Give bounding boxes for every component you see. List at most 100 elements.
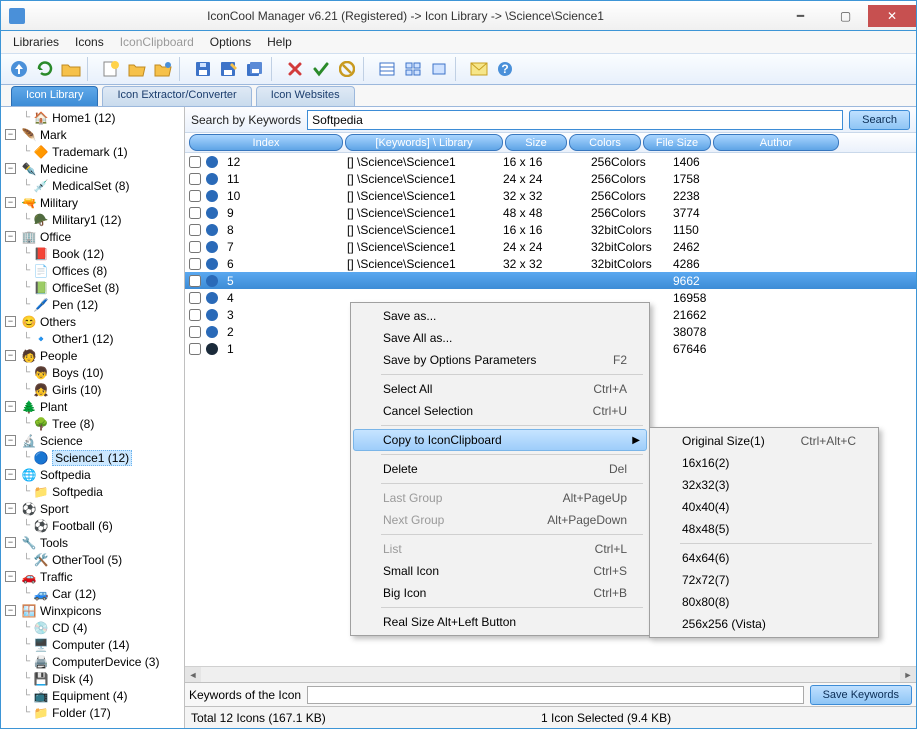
tree-twisty-icon[interactable]: − bbox=[5, 350, 16, 361]
row-checkbox[interactable] bbox=[185, 156, 205, 168]
toolbar-view-large-icon[interactable] bbox=[427, 57, 451, 81]
tree-node[interactable]: └🔶Trademark (1) bbox=[3, 143, 184, 160]
tree-node[interactable]: └🛠️OtherTool (5) bbox=[3, 551, 184, 568]
table-row[interactable]: 8[] \Science\Science116 x 1632bitColors1… bbox=[185, 221, 916, 238]
toolbar-help-icon[interactable]: ? bbox=[493, 57, 517, 81]
toolbar-folder-open-icon[interactable] bbox=[59, 57, 83, 81]
toolbar-mail-icon[interactable] bbox=[467, 57, 491, 81]
tree-twisty-icon[interactable]: − bbox=[5, 435, 16, 446]
tree-node[interactable]: −🔬Science bbox=[3, 432, 184, 449]
toolbar-check-icon[interactable] bbox=[309, 57, 333, 81]
menu-item[interactable]: Copy to IconClipboard▶ bbox=[353, 429, 647, 451]
toolbar-up-icon[interactable] bbox=[7, 57, 31, 81]
tree-twisty-icon[interactable]: − bbox=[5, 605, 16, 616]
tree-twisty-icon[interactable]: − bbox=[5, 197, 16, 208]
table-row[interactable]: 6[] \Science\Science132 x 3232bitColors4… bbox=[185, 255, 916, 272]
scroll-right-button[interactable]: ► bbox=[900, 667, 916, 682]
tree-node[interactable]: └📁Folder (17) bbox=[3, 704, 184, 721]
row-checkbox[interactable] bbox=[185, 190, 205, 202]
row-checkbox[interactable] bbox=[185, 292, 205, 304]
row-checkbox[interactable] bbox=[185, 258, 205, 270]
tree-node[interactable]: −🏢Office bbox=[3, 228, 184, 245]
tree-node[interactable]: └🖊️Pen (12) bbox=[3, 296, 184, 313]
tree-node[interactable]: −🔧Tools bbox=[3, 534, 184, 551]
menu-item[interactable]: Cancel SelectionCtrl+U bbox=[353, 400, 647, 422]
row-checkbox[interactable] bbox=[185, 173, 205, 185]
tree-node[interactable]: −😊Others bbox=[3, 313, 184, 330]
tree-twisty-icon[interactable]: − bbox=[5, 231, 16, 242]
table-row[interactable]: 7[] \Science\Science124 x 2432bitColors2… bbox=[185, 238, 916, 255]
tree-node[interactable]: −🚗Traffic bbox=[3, 568, 184, 585]
toolbar-open2-icon[interactable] bbox=[151, 57, 175, 81]
context-menu[interactable]: Save as...Save All as...Save by Options … bbox=[350, 302, 650, 636]
menu-item[interactable]: 32x32(3) bbox=[652, 474, 876, 496]
tree-node[interactable]: −🌐Softpedia bbox=[3, 466, 184, 483]
tree-node[interactable]: └⚽Football (6) bbox=[3, 517, 184, 534]
menu-icons[interactable]: Icons bbox=[67, 33, 112, 51]
tree-node[interactable]: −⚽Sport bbox=[3, 500, 184, 517]
table-row[interactable]: 9[] \Science\Science148 x 48256Colors377… bbox=[185, 204, 916, 221]
tree-node[interactable]: └💾Disk (4) bbox=[3, 670, 184, 687]
menu-item[interactable]: DeleteDel bbox=[353, 458, 647, 480]
save-keywords-button[interactable]: Save Keywords bbox=[810, 685, 912, 705]
tree-node[interactable]: └🖨️ComputerDevice (3) bbox=[3, 653, 184, 670]
table-row[interactable]: 10[] \Science\Science132 x 32256Colors22… bbox=[185, 187, 916, 204]
tree-node[interactable]: └💉MedicalSet (8) bbox=[3, 177, 184, 194]
menu-item[interactable]: 40x40(4) bbox=[652, 496, 876, 518]
h-scrollbar[interactable]: ◄ ► bbox=[185, 666, 916, 682]
column-header[interactable]: [Keywords] \ Library bbox=[345, 134, 503, 151]
toolbar-view-small-icon[interactable] bbox=[401, 57, 425, 81]
tree-twisty-icon[interactable]: − bbox=[5, 316, 16, 327]
table-row[interactable]: 12[] \Science\Science116 x 16256Colors14… bbox=[185, 153, 916, 170]
menu-libraries[interactable]: Libraries bbox=[5, 33, 67, 51]
toolbar-delete-icon[interactable] bbox=[283, 57, 307, 81]
tree-node[interactable]: └📗OfficeSet (8) bbox=[3, 279, 184, 296]
tree-node[interactable]: −🌲Plant bbox=[3, 398, 184, 415]
context-submenu[interactable]: Original Size(1)Ctrl+Alt+C16x16(2)32x32(… bbox=[649, 427, 879, 638]
toolbar-refresh-icon[interactable] bbox=[33, 57, 57, 81]
menu-item[interactable]: 64x64(6) bbox=[652, 547, 876, 569]
row-checkbox[interactable] bbox=[185, 343, 205, 355]
toolbar-cancel-icon[interactable] bbox=[335, 57, 359, 81]
keywords-input[interactable] bbox=[307, 686, 804, 704]
row-checkbox[interactable] bbox=[185, 309, 205, 321]
tree-twisty-icon[interactable]: − bbox=[5, 163, 16, 174]
menu-item[interactable]: Small IconCtrl+S bbox=[353, 560, 647, 582]
library-tree[interactable]: └🏠Home1 (12)−🪶Mark└🔶Trademark (1)−✒️Medi… bbox=[1, 107, 185, 728]
tree-twisty-icon[interactable]: − bbox=[5, 469, 16, 480]
tree-node[interactable]: └🔹Other1 (12) bbox=[3, 330, 184, 347]
tree-twisty-icon[interactable]: − bbox=[5, 503, 16, 514]
close-button[interactable]: ✕ bbox=[868, 5, 916, 27]
table-row[interactable]: 59662 bbox=[185, 272, 916, 289]
tree-node[interactable]: └🚙Car (12) bbox=[3, 585, 184, 602]
tree-twisty-icon[interactable]: − bbox=[5, 537, 16, 548]
row-checkbox[interactable] bbox=[185, 326, 205, 338]
menu-item[interactable]: Save by Options ParametersF2 bbox=[353, 349, 647, 371]
tree-node[interactable]: └🪖Military1 (12) bbox=[3, 211, 184, 228]
tree-node[interactable]: └👦Boys (10) bbox=[3, 364, 184, 381]
column-header[interactable]: File Size bbox=[643, 134, 711, 151]
tree-node[interactable]: −🪶Mark bbox=[3, 126, 184, 143]
row-checkbox[interactable] bbox=[185, 207, 205, 219]
column-header[interactable]: Author bbox=[713, 134, 839, 151]
menu-item[interactable]: 48x48(5) bbox=[652, 518, 876, 540]
menu-item[interactable]: 256x256 (Vista) bbox=[652, 613, 876, 635]
tree-node[interactable]: −✒️Medicine bbox=[3, 160, 184, 177]
tree-node[interactable]: −🪟Winxpicons bbox=[3, 602, 184, 619]
tree-twisty-icon[interactable]: − bbox=[5, 129, 16, 140]
tree-node[interactable]: −🔫Military bbox=[3, 194, 184, 211]
column-header[interactable]: Size bbox=[505, 134, 567, 151]
toolbar-new-icon[interactable] bbox=[99, 57, 123, 81]
tree-node[interactable]: └🏠Home1 (12) bbox=[3, 109, 184, 126]
maximize-button[interactable]: ▢ bbox=[823, 5, 868, 27]
menu-options[interactable]: Options bbox=[202, 33, 259, 51]
row-checkbox[interactable] bbox=[185, 224, 205, 236]
tab-icon-extractor-converter[interactable]: Icon Extractor/Converter bbox=[102, 86, 251, 106]
table-row[interactable]: 11[] \Science\Science124 x 24256Colors17… bbox=[185, 170, 916, 187]
menu-help[interactable]: Help bbox=[259, 33, 300, 51]
scroll-left-button[interactable]: ◄ bbox=[185, 667, 201, 682]
menu-item[interactable]: Save as... bbox=[353, 305, 647, 327]
menu-item[interactable]: Save All as... bbox=[353, 327, 647, 349]
tree-node[interactable]: −🧑People bbox=[3, 347, 184, 364]
tree-node[interactable]: └👧Girls (10) bbox=[3, 381, 184, 398]
